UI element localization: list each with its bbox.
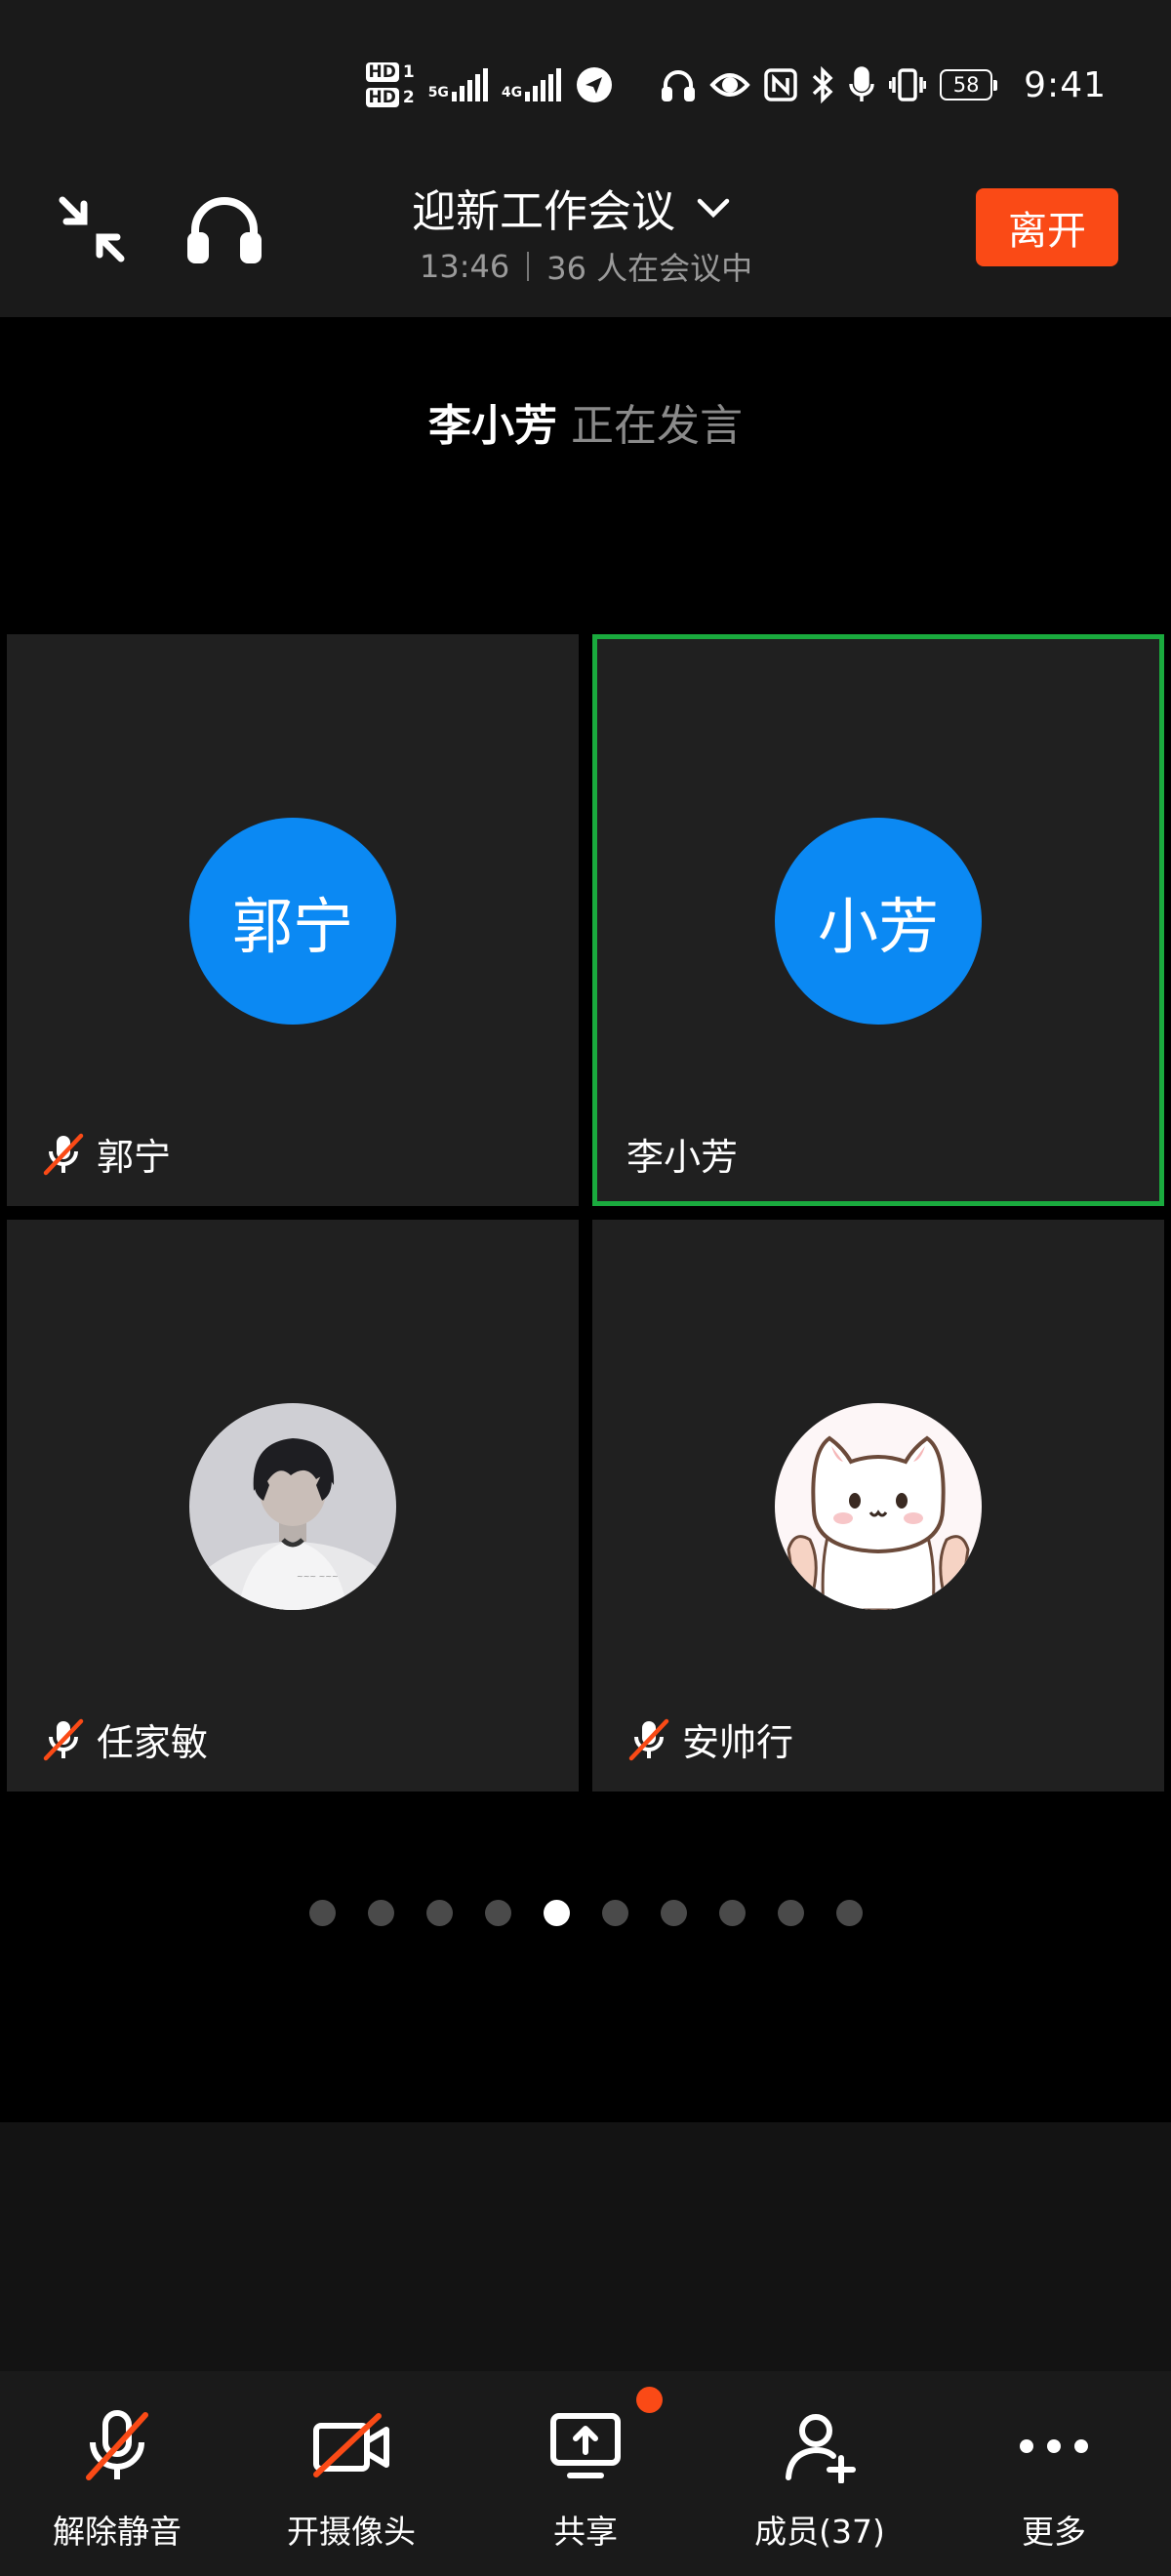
meeting-title: 迎新工作会议 xyxy=(412,185,676,237)
microphone-muted-icon xyxy=(43,1133,84,1175)
share-button[interactable]: 共享 xyxy=(488,2402,683,2553)
battery-icon: 58 xyxy=(940,69,998,101)
page-dot[interactable] xyxy=(308,1900,336,1926)
bluetooth-icon xyxy=(811,66,834,103)
page-dot[interactable] xyxy=(367,1900,394,1926)
meeting-elapsed-time: 13:46 xyxy=(420,248,510,285)
audio-button[interactable] xyxy=(185,191,263,265)
participant-count: 36 人在会议中 xyxy=(546,250,753,287)
participant-tile[interactable]: 郭宁 郭宁 xyxy=(7,634,579,1206)
vpn-icon xyxy=(575,65,614,104)
page-dot-current[interactable] xyxy=(543,1900,570,1926)
network-type-1: 5G xyxy=(427,85,449,101)
sim2-label: HD xyxy=(365,88,399,107)
leave-button[interactable]: 离开 xyxy=(976,188,1118,266)
unmute-button[interactable]: 解除静音 xyxy=(20,2402,215,2553)
camera-off-icon xyxy=(313,2413,389,2477)
speaker-status: 正在发言 xyxy=(571,401,743,451)
share-label: 共享 xyxy=(553,2513,618,2551)
participant-label: 李小芳 xyxy=(626,1127,738,1181)
start-camera-button[interactable]: 开摄像头 xyxy=(254,2402,449,2553)
participant-name: 郭宁 xyxy=(97,1136,172,1179)
lower-panel xyxy=(0,2122,1171,2371)
avatar: 郭宁 xyxy=(189,818,396,1025)
sim2-num: 2 xyxy=(402,88,415,107)
sim-indicators: HD 1 HD 2 xyxy=(365,62,415,107)
more-label: 更多 xyxy=(1022,2513,1086,2551)
page-dot[interactable] xyxy=(601,1900,628,1926)
members-button[interactable]: 成员(37) xyxy=(722,2402,917,2553)
participant-name: 李小芳 xyxy=(626,1136,739,1179)
page-dot[interactable] xyxy=(425,1900,453,1926)
meeting-title-dropdown[interactable]: 迎新工作会议 xyxy=(412,176,730,239)
page-indicator[interactable] xyxy=(0,1900,1171,1926)
divider xyxy=(527,252,530,281)
unmute-label: 解除静音 xyxy=(53,2513,182,2551)
vibrate-icon xyxy=(889,67,927,102)
meeting-info: 13:46 36 人在会议中 xyxy=(420,244,752,289)
avatar-cat-illustration xyxy=(775,1403,982,1610)
participant-label: 郭宁 xyxy=(42,1127,171,1181)
share-screen-icon xyxy=(550,2413,621,2478)
more-dots-icon xyxy=(1020,2439,1088,2453)
page-dot[interactable] xyxy=(660,1900,687,1926)
microphone-muted-icon xyxy=(86,2410,148,2480)
participant-label: 安帅行 xyxy=(627,1712,793,1766)
sim1-num: 1 xyxy=(402,62,415,82)
page-dot[interactable] xyxy=(777,1900,804,1926)
active-speaker-banner: 李小芳 正在发言 xyxy=(0,390,1171,453)
participant-name: 安帅行 xyxy=(682,1721,794,1764)
microphone-status-icon xyxy=(848,66,875,103)
signal-2: 4G xyxy=(501,68,562,101)
page-dot[interactable] xyxy=(718,1900,746,1926)
microphone-muted-icon xyxy=(43,1718,84,1760)
eye-icon xyxy=(709,69,750,101)
notification-dot xyxy=(636,2387,663,2413)
signal-bars-icon xyxy=(451,68,488,101)
minimize-button[interactable] xyxy=(53,190,131,268)
avatar: 小芳 xyxy=(775,818,982,1025)
chevron-down-icon xyxy=(697,198,730,218)
signal-1: 5G xyxy=(428,68,488,101)
headset-icon xyxy=(187,197,262,263)
page-dot[interactable] xyxy=(484,1900,511,1926)
sim1-label: HD xyxy=(365,62,399,82)
speaker-name: 李小芳 xyxy=(428,401,557,451)
headphones-status-icon xyxy=(661,67,696,102)
participant-tile[interactable]: ~~~ ~~~ 任家敏 xyxy=(7,1220,579,1791)
participant-tile-active[interactable]: 小芳 李小芳 xyxy=(592,634,1164,1206)
svg-text:~~~ ~~~: ~~~ ~~~ xyxy=(297,1572,339,1581)
clock: 9:41 xyxy=(1024,64,1107,105)
participant-tile[interactable]: 安帅行 xyxy=(592,1220,1164,1791)
page-dot[interactable] xyxy=(835,1900,863,1926)
battery-level: 58 xyxy=(952,73,980,97)
add-member-icon xyxy=(786,2414,856,2483)
avatar-photo: ~~~ ~~~ xyxy=(189,1403,396,1610)
status-bar: HD 1 HD 2 5G 4G 58 9:41 xyxy=(365,60,1108,109)
signal-bars-icon xyxy=(525,68,562,101)
members-label: 成员(37) xyxy=(754,2513,885,2551)
nfc-icon xyxy=(764,68,797,101)
microphone-muted-icon xyxy=(628,1718,669,1760)
participant-label: 任家敏 xyxy=(42,1712,208,1766)
more-button[interactable]: 更多 xyxy=(956,2402,1151,2553)
collapse-arrows-icon xyxy=(59,196,125,262)
network-type-2: 4G xyxy=(501,85,523,101)
participant-name: 任家敏 xyxy=(97,1721,209,1764)
camera-label: 开摄像头 xyxy=(287,2513,416,2551)
